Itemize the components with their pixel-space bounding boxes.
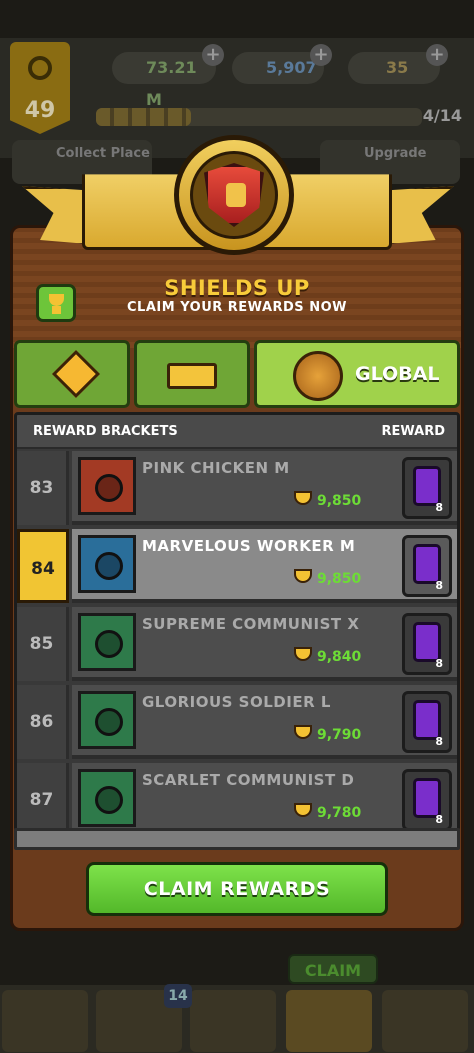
list-header: REWARD BRACKETS REWARD xyxy=(17,415,457,449)
add-cash-icon[interactable]: + xyxy=(202,44,224,66)
dino-skull-icon xyxy=(78,535,136,593)
add-ticket-icon[interactable]: + xyxy=(426,44,448,66)
potion-counter[interactable]: 5,907 + xyxy=(232,44,332,84)
globe-laurel-icon xyxy=(293,351,343,401)
player-name: SCARLET COMMUNIST D xyxy=(142,771,355,789)
card-pack-icon xyxy=(413,622,441,662)
player-entry: GLORIOUS SOLDIER L 9,790 8 xyxy=(72,685,457,759)
player-entry: MARVELOUS WORKER M 9,850 8 xyxy=(72,529,457,603)
list-footer-bar xyxy=(14,828,460,850)
player-score: 9,850 xyxy=(317,571,362,587)
cactus-icon xyxy=(78,691,136,749)
nav-chest-button[interactable] xyxy=(382,990,468,1052)
header-reward: REWARD xyxy=(381,424,445,439)
reward-count: 8 xyxy=(435,579,443,592)
rank-number: 87 xyxy=(17,763,69,829)
nav-shop-button[interactable] xyxy=(190,990,276,1052)
cash-counter[interactable]: 73.21 M + xyxy=(112,44,224,109)
player-name: MARVELOUS WORKER M xyxy=(142,537,356,555)
player-name: GLORIOUS SOLDIER L xyxy=(142,693,331,711)
rank-number: 84 xyxy=(17,529,69,603)
nav-map-button[interactable] xyxy=(2,990,88,1052)
gold-block-icon xyxy=(167,363,217,389)
bomb-icon xyxy=(78,457,136,515)
reward-card-slot[interactable]: 8 xyxy=(402,769,452,829)
modal-title: SHIELDS UP xyxy=(164,276,310,300)
table-row[interactable]: 86 GLORIOUS SOLDIER L 9,790 8 xyxy=(17,685,457,759)
cactus-icon xyxy=(78,769,136,827)
ticket-value: 35 xyxy=(386,58,409,77)
add-potion-icon[interactable]: + xyxy=(310,44,332,66)
nav-events-button[interactable] xyxy=(286,990,372,1052)
xp-progress-bar xyxy=(96,108,422,126)
reward-card-slot[interactable]: 8 xyxy=(402,613,452,675)
trophy-icon xyxy=(294,491,312,505)
cards-notification-badge: 14 xyxy=(164,984,192,1008)
ticket-counter[interactable]: 35 + xyxy=(348,44,448,84)
modal-subtitle: CLAIM YOUR REWARDS NOW xyxy=(127,300,347,315)
card-pack-icon xyxy=(413,466,441,506)
rank-number: 86 xyxy=(17,685,69,759)
gem-icon xyxy=(51,349,101,399)
player-score: 9,840 xyxy=(317,649,362,665)
trophy-icon xyxy=(294,725,312,739)
card-pack-icon xyxy=(413,544,441,584)
shield-emblem xyxy=(174,135,294,255)
header-reward-brackets: REWARD BRACKETS xyxy=(33,424,178,439)
reward-count: 8 xyxy=(435,657,443,670)
player-entry: SCARLET COMMUNIST D 9,780 8 xyxy=(72,763,457,829)
table-row[interactable]: 84 MARVELOUS WORKER M 9,850 8 xyxy=(17,529,457,603)
bomb-icon xyxy=(78,613,136,671)
player-score: 9,850 xyxy=(317,493,362,509)
reward-count: 8 xyxy=(435,735,443,748)
table-row[interactable]: 85 SUPREME COMMUNIST X 9,840 8 xyxy=(17,607,457,681)
table-row[interactable]: 87 SCARLET COMMUNIST D 9,780 8 xyxy=(17,763,457,829)
trophy-icon xyxy=(294,647,312,661)
trophy-icon xyxy=(294,569,312,583)
level-badge[interactable]: 49 xyxy=(10,42,70,134)
reward-count: 8 xyxy=(435,501,443,514)
player-score: 9,780 xyxy=(317,805,362,821)
reward-card-slot[interactable]: 8 xyxy=(402,535,452,597)
tab-global[interactable]: GLOBAL xyxy=(254,340,460,408)
tab-gem[interactable] xyxy=(14,340,130,408)
potion-value: 5,907 xyxy=(266,58,317,77)
reward-card-slot[interactable]: 8 xyxy=(402,691,452,753)
player-name: SUPREME COMMUNIST X xyxy=(142,615,360,633)
xp-progress-text: 4/14 xyxy=(422,106,462,125)
trophy-icon xyxy=(294,803,312,817)
rank-number: 83 xyxy=(17,451,69,525)
player-entry: PINK CHICKEN M 9,850 8 xyxy=(72,451,457,525)
reward-count: 8 xyxy=(435,813,443,826)
card-pack-icon xyxy=(413,700,441,740)
claim-rewards-button[interactable]: CLAIM REWARDS xyxy=(86,862,388,916)
reward-brackets-list[interactable]: REWARD BRACKETS REWARD 83 PINK CHICKEN M 9… xyxy=(14,412,460,832)
player-entry: SUPREME COMMUNIST X 9,840 8 xyxy=(72,607,457,681)
rank-number: 85 xyxy=(17,607,69,681)
table-row[interactable]: 83 PINK CHICKEN M 9,850 8 xyxy=(17,451,457,525)
nav-claim-tag[interactable]: CLAIM xyxy=(288,954,378,984)
tab-global-label: GLOBAL xyxy=(355,363,440,385)
card-pack-icon xyxy=(413,778,441,818)
player-score: 9,790 xyxy=(317,727,362,743)
tab-gold[interactable] xyxy=(134,340,250,408)
medal-icon xyxy=(28,56,52,80)
reward-card-slot[interactable]: 8 xyxy=(402,457,452,519)
level-value: 49 xyxy=(24,98,56,123)
player-name: PINK CHICKEN M xyxy=(142,459,290,477)
